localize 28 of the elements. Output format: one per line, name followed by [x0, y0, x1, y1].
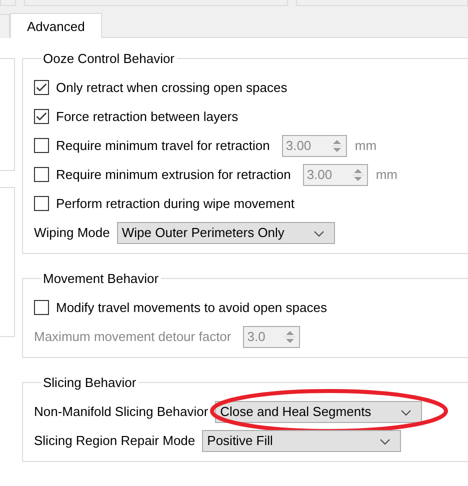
- group-title: Movement Behavior: [42, 271, 160, 286]
- checkbox-label: Force retraction between layers: [56, 109, 238, 124]
- checkbox[interactable]: [34, 138, 49, 153]
- checkbox-label: Only retract when crossing open spaces: [56, 80, 288, 95]
- checkbox-label: Require minimum extrusion for retraction: [56, 167, 291, 182]
- unit-label: mm: [376, 167, 398, 182]
- checkbox-label: Perform retraction during wipe movement: [56, 196, 294, 211]
- dropdown[interactable]: Wipe Outer Perimeters Only: [116, 222, 336, 244]
- field-label: Maximum movement detour factor: [34, 329, 232, 344]
- checkbox[interactable]: [34, 167, 49, 182]
- checkbox-label: Require minimum travel for retraction: [56, 138, 270, 153]
- checkbox[interactable]: [34, 80, 49, 95]
- checkbox[interactable]: [34, 109, 49, 124]
- dropdown[interactable]: Close and Heal Segments: [215, 400, 422, 422]
- tab[interactable]: Advanced: [10, 13, 102, 38]
- group-title: Ooze Control Behavior: [42, 51, 176, 66]
- checkbox[interactable]: [34, 300, 49, 315]
- checkbox-label: Modify travel movements to avoid open spaces: [56, 300, 327, 315]
- field-label: Slicing Region Repair Mode: [34, 433, 196, 448]
- chevron-down-icon: [401, 410, 412, 416]
- dropdown[interactable]: Positive Fill: [202, 430, 402, 452]
- unit-label: mm: [354, 138, 377, 153]
- group-title: Slicing Behavior: [42, 375, 138, 390]
- chevron-down-icon: [380, 438, 390, 444]
- checkbox[interactable]: [34, 196, 49, 211]
- field-label: Wiping Mode: [34, 225, 110, 240]
- chevron-down-icon: [314, 230, 324, 236]
- field-label: Non-Manifold Slicing Behavior: [34, 404, 208, 419]
